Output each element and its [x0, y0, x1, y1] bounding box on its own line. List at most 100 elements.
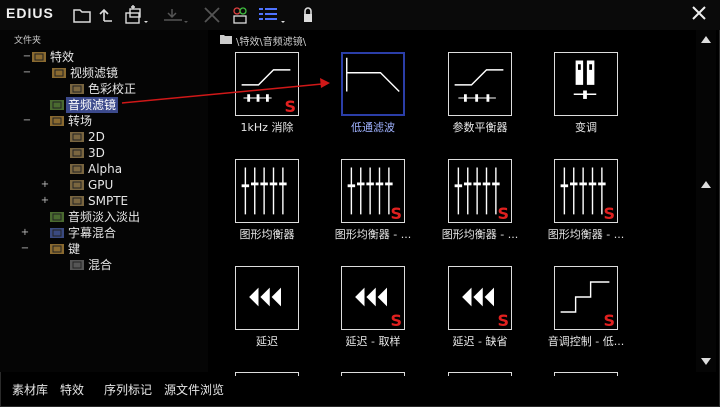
tree-item[interactable]: 混合	[0, 257, 208, 273]
effect-tile[interactable]	[341, 52, 405, 116]
collapse-icon[interactable]: −	[20, 242, 30, 256]
tree-item[interactable]: 音频滤镜	[0, 97, 208, 113]
folder-icon	[50, 100, 64, 110]
s-badge-icon: S	[284, 97, 296, 116]
folder-icon	[50, 244, 64, 254]
bottom-tabs: 素材库 特效 序列标记 源文件浏览	[0, 378, 720, 400]
tree-item-label: 音频淡入淡出	[68, 210, 141, 224]
scroll-down-icon[interactable]	[701, 358, 711, 366]
open-folder-icon[interactable]	[72, 5, 92, 25]
s-badge-icon: S	[390, 204, 402, 223]
scrollbar[interactable]	[696, 30, 716, 372]
graphic-eq-icon	[241, 167, 287, 215]
lock-icon[interactable]	[298, 5, 318, 25]
tab-bin[interactable]: 素材库	[12, 381, 48, 398]
folder-icon	[50, 212, 64, 222]
effect-tile[interactable]	[235, 159, 299, 223]
folder-icon	[50, 116, 64, 126]
expand-icon[interactable]: +	[40, 194, 50, 208]
effect-tile[interactable]: S	[554, 266, 618, 330]
tree-header: 文件夹	[14, 36, 42, 46]
s-badge-icon: S	[603, 204, 615, 223]
collapse-icon[interactable]: −	[22, 50, 32, 64]
effect-label: 变调	[575, 121, 597, 134]
effect-label: 延迟 - 缺省	[452, 335, 508, 348]
scroll-mid-icon[interactable]	[701, 180, 711, 188]
tree-item-label: 色彩校正	[88, 82, 137, 96]
s-badge-icon: S	[497, 311, 509, 330]
properties-icon[interactable]	[230, 5, 250, 25]
effect-tile[interactable]: S	[341, 159, 405, 223]
tab-source-browser[interactable]: 源文件浏览	[164, 381, 224, 398]
s-badge-icon: S	[390, 311, 402, 330]
effect-label: 延迟 - 取样	[345, 335, 401, 348]
close-icon[interactable]	[690, 4, 708, 22]
path-bar: \特效\音频滤镜\	[214, 30, 694, 48]
effect-label: 图形均衡器	[239, 228, 295, 241]
tree-item[interactable]: − 键	[0, 241, 208, 257]
tree-item[interactable]: Alpha	[0, 161, 208, 177]
tree-item[interactable]: + SMPTE	[0, 193, 208, 209]
effect-tile[interactable]: S	[554, 159, 618, 223]
tree-item[interactable]: 2D	[0, 129, 208, 145]
tree-item[interactable]: 色彩校正	[0, 81, 208, 97]
effect-label: 延迟	[256, 335, 278, 348]
effect-tile[interactable]	[448, 52, 512, 116]
folder-icon	[52, 68, 66, 78]
tree-item-label: 特效	[50, 50, 75, 64]
effect-tile[interactable]: S	[448, 266, 512, 330]
view-list-icon[interactable]	[257, 5, 287, 25]
tree-item-label: 混合	[88, 258, 113, 272]
effect-tile[interactable]	[554, 52, 618, 116]
path-text: \特效\音频滤镜\	[236, 37, 307, 48]
tree-item[interactable]: 3D	[0, 145, 208, 161]
parametric-eq-icon	[454, 69, 504, 102]
new-folder-icon[interactable]	[122, 5, 152, 25]
folder-icon	[70, 180, 84, 190]
tree-item-label: 字幕混合	[68, 226, 117, 240]
app-title: EDIUS	[6, 5, 54, 21]
tab-sequence-markers[interactable]: 序列标记	[104, 381, 152, 398]
effect-tile[interactable]: S	[341, 266, 405, 330]
effect-tile[interactable]	[448, 372, 512, 376]
folder-icon	[220, 35, 232, 44]
s-badge-icon: S	[603, 311, 615, 330]
effect-tile[interactable]: S	[448, 159, 512, 223]
tree-item-label: 3D	[88, 146, 105, 160]
effect-label: 图形均衡器 - ...	[334, 228, 412, 241]
up-folder-icon[interactable]	[98, 5, 118, 25]
tree-item-label: Alpha	[88, 162, 123, 176]
tree-item-label: 2D	[88, 130, 105, 144]
folder-icon	[70, 84, 84, 94]
folder-icon	[32, 52, 46, 62]
collapse-icon[interactable]: −	[22, 66, 32, 80]
tree-item[interactable]: 音频淡入淡出	[0, 209, 208, 225]
tab-effects[interactable]: 特效	[60, 381, 84, 398]
tree-item[interactable]: − 特效	[0, 49, 208, 65]
effect-tile[interactable]: S	[235, 52, 299, 116]
effect-tile[interactable]	[341, 372, 405, 376]
scroll-up-icon[interactable]	[701, 35, 711, 43]
effect-label: 参数平衡器	[452, 121, 508, 134]
folder-icon	[50, 228, 64, 238]
effect-tile[interactable]	[554, 372, 618, 376]
effect-label: 1kHz 消除	[240, 121, 294, 134]
tree-item[interactable]: − 转场	[0, 113, 208, 129]
tree-item-label: 视频滤镜	[70, 66, 119, 80]
tree-item-label: 音频滤镜	[66, 97, 119, 113]
effect-tile[interactable]	[235, 266, 299, 330]
collapse-icon[interactable]: −	[22, 114, 32, 128]
tree-item[interactable]: + 字幕混合	[0, 225, 208, 241]
effect-label: 低通滤波	[351, 121, 395, 134]
toolbar: EDIUS	[0, 0, 720, 30]
pitch-shift-icon	[573, 60, 597, 99]
tree-item[interactable]: + GPU	[0, 177, 208, 193]
effect-tile[interactable]	[235, 372, 299, 376]
folder-icon	[70, 196, 84, 206]
tree-item-label: SMPTE	[88, 194, 129, 208]
delay-icon	[249, 287, 281, 307]
expand-icon[interactable]: +	[20, 226, 30, 240]
expand-icon[interactable]: +	[40, 178, 50, 192]
tree-item[interactable]: − 视频滤镜	[0, 65, 208, 81]
effect-label: 音调控制 - 低...	[547, 335, 625, 348]
